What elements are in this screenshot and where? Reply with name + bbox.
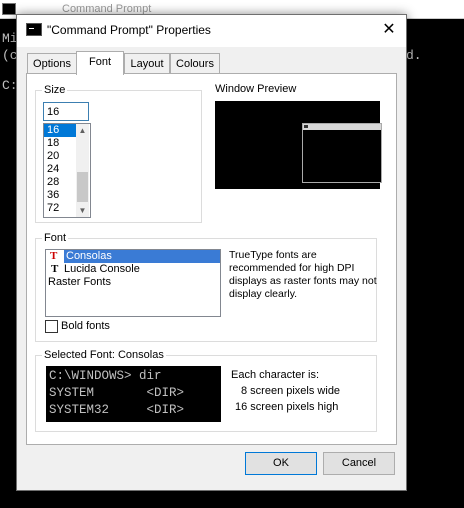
window-preview <box>215 101 382 189</box>
font-option-consolas[interactable]: T Consolas <box>50 250 220 263</box>
background-console-text-right: d. <box>406 48 422 63</box>
preview-line-1: C:\WINDOWS> dir <box>49 369 162 383</box>
font-listbox[interactable]: T Consolas T Lucida Console Raster Fonts <box>45 249 221 317</box>
size-option-36[interactable]: 36 <box>44 189 77 202</box>
dialog-title: "Command Prompt" Properties <box>47 23 211 37</box>
font-option-lucida-console[interactable]: T Lucida Console <box>46 263 220 276</box>
size-option-16[interactable]: 16 <box>44 124 77 137</box>
size-option-18[interactable]: 18 <box>44 137 77 150</box>
size-option-28[interactable]: 28 <box>44 176 77 189</box>
ok-button[interactable]: OK <box>245 452 317 475</box>
selected-font-preview: C:\WINDOWS> dir SYSTEM <DIR> SYSTEM32 <D… <box>46 366 221 422</box>
cancel-button[interactable]: Cancel <box>323 452 395 475</box>
tab-colours[interactable]: Colours <box>170 53 220 74</box>
font-group-label: Font <box>42 232 69 244</box>
preview-window-outline <box>302 123 382 183</box>
char-width-text: 8 screen pixels wide <box>241 385 341 397</box>
character-size-info: Each character is: 8 screen pixels wide … <box>231 367 340 415</box>
size-option-72[interactable]: 72 <box>44 202 77 215</box>
size-input[interactable]: 16 <box>43 102 89 121</box>
char-height-text: 16 screen pixels high <box>235 401 339 413</box>
truetype-icon: T <box>50 250 58 262</box>
tab-options[interactable]: Options <box>27 53 77 74</box>
properties-dialog: "Command Prompt" Properties ✕ Options Fo… <box>16 14 407 491</box>
truetype-icon: T <box>51 263 59 275</box>
scroll-down-icon[interactable]: ▼ <box>76 204 89 217</box>
selected-font-group-label: Selected Font: Consolas <box>42 349 166 361</box>
tab-font[interactable]: Font <box>76 51 124 75</box>
font-option-label: Consolas <box>66 250 112 262</box>
char-info-title: Each character is: <box>231 369 320 381</box>
font-description: TrueType fonts are recommended for high … <box>229 249 377 300</box>
font-option-label: Lucida Console <box>64 263 140 275</box>
size-scrollbar[interactable]: ▲ ▼ <box>76 124 89 217</box>
preview-line-3: SYSTEM32 <DIR> <box>49 403 185 417</box>
font-option-raster-fonts[interactable]: Raster Fonts <box>46 276 220 289</box>
console-icon <box>26 23 42 36</box>
window-preview-label: Window Preview <box>215 83 297 95</box>
size-option-20[interactable]: 20 <box>44 150 77 163</box>
console-icon <box>2 3 16 15</box>
size-group-label: Size <box>42 84 68 96</box>
console-icon <box>304 125 308 128</box>
size-option-24[interactable]: 24 <box>44 163 77 176</box>
preview-line-2: SYSTEM <DIR> <box>49 386 185 400</box>
close-button[interactable]: ✕ <box>377 19 401 41</box>
tab-layout[interactable]: Layout <box>124 53 170 74</box>
size-listbox[interactable]: 16 18 20 24 28 36 72 ▲ ▼ <box>43 123 91 218</box>
preview-window-titlebar <box>303 124 381 130</box>
bold-fonts-label[interactable]: Bold fonts <box>61 320 110 332</box>
bold-fonts-checkbox[interactable] <box>45 320 58 333</box>
dialog-titlebar[interactable]: "Command Prompt" Properties ✕ <box>17 15 406 47</box>
scroll-thumb[interactable] <box>77 172 88 202</box>
scroll-up-icon[interactable]: ▲ <box>76 124 89 137</box>
